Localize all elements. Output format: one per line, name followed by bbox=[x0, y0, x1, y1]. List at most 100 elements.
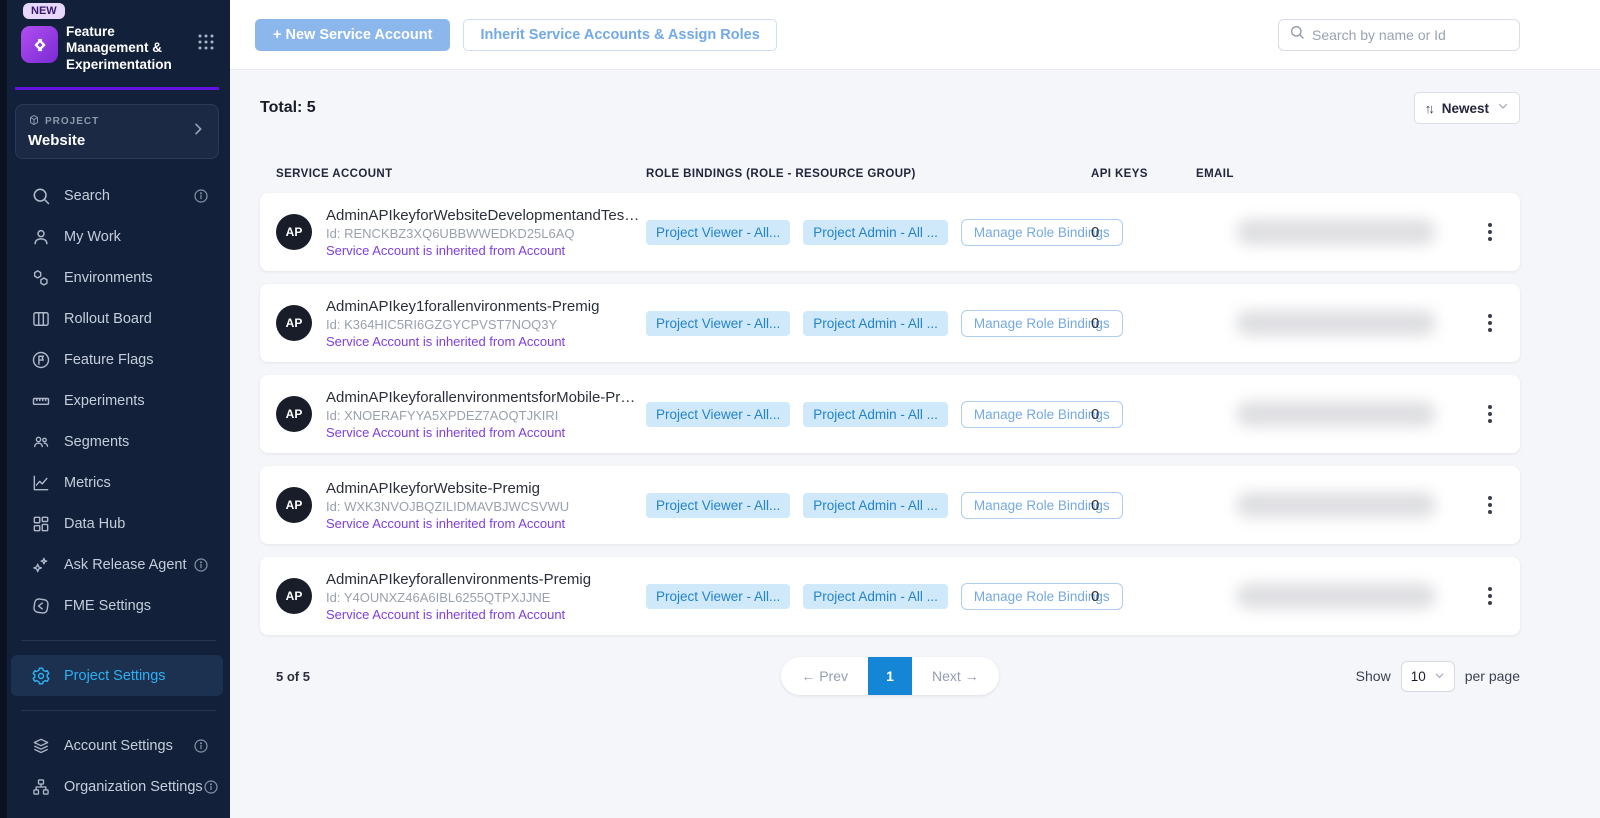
sort-dropdown[interactable]: ↑↓ Newest bbox=[1414, 92, 1520, 124]
sidebar-item-label: Project Settings bbox=[64, 668, 209, 684]
role-binding-badge[interactable]: Project Admin - All ... bbox=[803, 220, 948, 245]
kebab-icon bbox=[1488, 587, 1492, 591]
column-header-role-bindings: ROLE BINDINGS (ROLE - RESOURCE GROUP) bbox=[646, 168, 1091, 180]
table-row: AP AdminAPIkey1forallenvironments-Premig… bbox=[260, 284, 1520, 362]
table-header-row: SERVICE ACCOUNT ROLE BINDINGS (ROLE - RE… bbox=[260, 168, 1520, 180]
sidebar-item-ask-release-agent[interactable]: Ask Release Agent bbox=[11, 544, 223, 585]
column-header-api-keys: API KEYS bbox=[1091, 168, 1196, 180]
table-row: AP AdminAPIkeyforallenvironmentsforMobil… bbox=[260, 375, 1520, 453]
sidebar-item-project-settings[interactable]: Project Settings bbox=[11, 655, 223, 696]
avatar: AP bbox=[276, 396, 312, 432]
email-redacted bbox=[1236, 219, 1436, 245]
prev-page-button[interactable]: ← Prev bbox=[781, 657, 868, 695]
email-redacted bbox=[1236, 583, 1436, 609]
sidebar-item-data-hub[interactable]: Data Hub bbox=[11, 503, 223, 544]
role-binding-badge[interactable]: Project Viewer - All... bbox=[646, 311, 790, 336]
sidebar-item-metrics[interactable]: Metrics bbox=[11, 462, 223, 503]
next-page-button[interactable]: Next → bbox=[912, 657, 999, 695]
new-service-account-button[interactable]: + New Service Account bbox=[255, 19, 450, 51]
role-binding-badge[interactable]: Project Viewer - All... bbox=[646, 402, 790, 427]
row-menu-button[interactable] bbox=[1476, 217, 1504, 247]
email-redacted bbox=[1236, 310, 1436, 336]
info-icon[interactable] bbox=[193, 188, 209, 204]
kebab-icon bbox=[1488, 314, 1492, 318]
sidebar-item-organization-settings[interactable]: Organization Settings bbox=[11, 766, 223, 807]
inherit-service-accounts-button[interactable]: Inherit Service Accounts & Assign Roles bbox=[463, 19, 776, 51]
sidebar-item-experiments[interactable]: Experiments bbox=[11, 380, 223, 421]
row-menu-button[interactable] bbox=[1476, 490, 1504, 520]
sidebar-item-label: Segments bbox=[64, 434, 209, 450]
project-name: Website bbox=[28, 132, 190, 149]
role-binding-badge[interactable]: Project Admin - All ... bbox=[803, 402, 948, 427]
page-size-dropdown[interactable]: 10 bbox=[1401, 661, 1455, 692]
sidebar-divider bbox=[21, 710, 216, 711]
role-binding-badge[interactable]: Project Viewer - All... bbox=[646, 493, 790, 518]
role-binding-badge[interactable]: Project Viewer - All... bbox=[646, 584, 790, 609]
page-summary: 5 of 5 bbox=[260, 669, 781, 684]
org-icon bbox=[30, 776, 51, 797]
api-keys-count: 0 bbox=[1091, 315, 1196, 332]
search-input[interactable] bbox=[1312, 27, 1509, 43]
sidebar-item-my-work[interactable]: My Work bbox=[11, 216, 223, 257]
inherited-note: Service Account is inherited from Accoun… bbox=[326, 243, 641, 258]
sidebar-item-environments[interactable]: Environments bbox=[11, 257, 223, 298]
api-keys-count: 0 bbox=[1091, 406, 1196, 423]
avatar: AP bbox=[276, 214, 312, 250]
role-binding-badge[interactable]: Project Admin - All ... bbox=[803, 584, 948, 609]
sidebar-item-rollout-board[interactable]: Rollout Board bbox=[11, 298, 223, 339]
info-icon[interactable] bbox=[193, 738, 209, 754]
row-menu-button[interactable] bbox=[1476, 581, 1504, 611]
sidebar-item-label: Account Settings bbox=[64, 738, 193, 754]
service-account-id: Id: RENCKBZ3XQ6UBBWWEDKD25L6AQ bbox=[326, 226, 641, 241]
table-row: AP AdminAPIkeyforallenvironments-Premig … bbox=[260, 557, 1520, 635]
column-header-email: EMAIL bbox=[1196, 168, 1476, 180]
sidebar-item-label: Metrics bbox=[64, 475, 209, 491]
service-account-name: AdminAPIkeyforWebsiteDevelopmentandTesti… bbox=[326, 207, 641, 224]
sidebar-item-account-settings[interactable]: Account Settings bbox=[11, 725, 223, 766]
service-account-name: AdminAPIkey1forallenvironments-Premig bbox=[326, 298, 599, 315]
sidebar-item-label: My Work bbox=[64, 229, 209, 245]
chevron-down-icon bbox=[1434, 669, 1445, 684]
sidebar-item-feature-flags[interactable]: Feature Flags bbox=[11, 339, 223, 380]
column-header-service-account: SERVICE ACCOUNT bbox=[276, 168, 646, 180]
sidebar-item-segments[interactable]: Segments bbox=[11, 421, 223, 462]
sidebar-item-label: Feature Flags bbox=[64, 352, 209, 368]
sidebar-item-label: Data Hub bbox=[64, 516, 209, 532]
row-menu-button[interactable] bbox=[1476, 399, 1504, 429]
brand-header: NEW Feature Management & Experimentation bbox=[7, 0, 230, 85]
show-label: Show bbox=[1356, 668, 1391, 684]
current-page-button[interactable]: 1 bbox=[868, 657, 912, 695]
project-eyebrow-label: PROJECT bbox=[45, 116, 99, 127]
inherited-note: Service Account is inherited from Accoun… bbox=[326, 334, 599, 349]
sidebar-item-search[interactable]: Search bbox=[11, 175, 223, 216]
user-icon bbox=[30, 226, 51, 247]
fme-icon bbox=[30, 595, 51, 616]
app-window: NEW Feature Management & Experimentation… bbox=[0, 0, 1600, 818]
people-icon bbox=[30, 431, 51, 452]
info-icon[interactable] bbox=[193, 557, 209, 573]
role-binding-badge[interactable]: Project Admin - All ... bbox=[803, 311, 948, 336]
search-box bbox=[1278, 19, 1520, 51]
service-account-name: AdminAPIkeyforallenvironmentsforMobile-P… bbox=[326, 389, 641, 406]
service-account-list: AP AdminAPIkeyforWebsiteDevelopmentandTe… bbox=[260, 193, 1520, 635]
avatar: AP bbox=[276, 487, 312, 523]
row-menu-button[interactable] bbox=[1476, 308, 1504, 338]
role-binding-badge[interactable]: Project Viewer - All... bbox=[646, 220, 790, 245]
apps-grid-icon[interactable] bbox=[196, 32, 216, 57]
kebab-icon bbox=[1488, 405, 1492, 409]
per-page-label: per page bbox=[1465, 668, 1520, 684]
sidebar-item-label: FME Settings bbox=[64, 598, 209, 614]
api-keys-count: 0 bbox=[1091, 497, 1196, 514]
info-icon[interactable] bbox=[203, 779, 219, 795]
role-binding-badge[interactable]: Project Admin - All ... bbox=[803, 493, 948, 518]
flag-circle-icon bbox=[30, 349, 51, 370]
ruler-icon bbox=[30, 390, 51, 411]
sort-arrows-icon: ↑↓ bbox=[1425, 101, 1434, 116]
inherited-note: Service Account is inherited from Accoun… bbox=[326, 516, 569, 531]
project-selector[interactable]: PROJECT Website bbox=[15, 104, 219, 159]
service-account-id: Id: WXK3NVOJBQZILIDMAVBJWCSVWU bbox=[326, 499, 569, 514]
sidebar-item-label: Organization Settings bbox=[64, 779, 203, 795]
sort-value: Newest bbox=[1442, 101, 1489, 116]
sidebar-divider bbox=[21, 640, 216, 641]
sidebar-item-fme-settings[interactable]: FME Settings bbox=[11, 585, 223, 626]
